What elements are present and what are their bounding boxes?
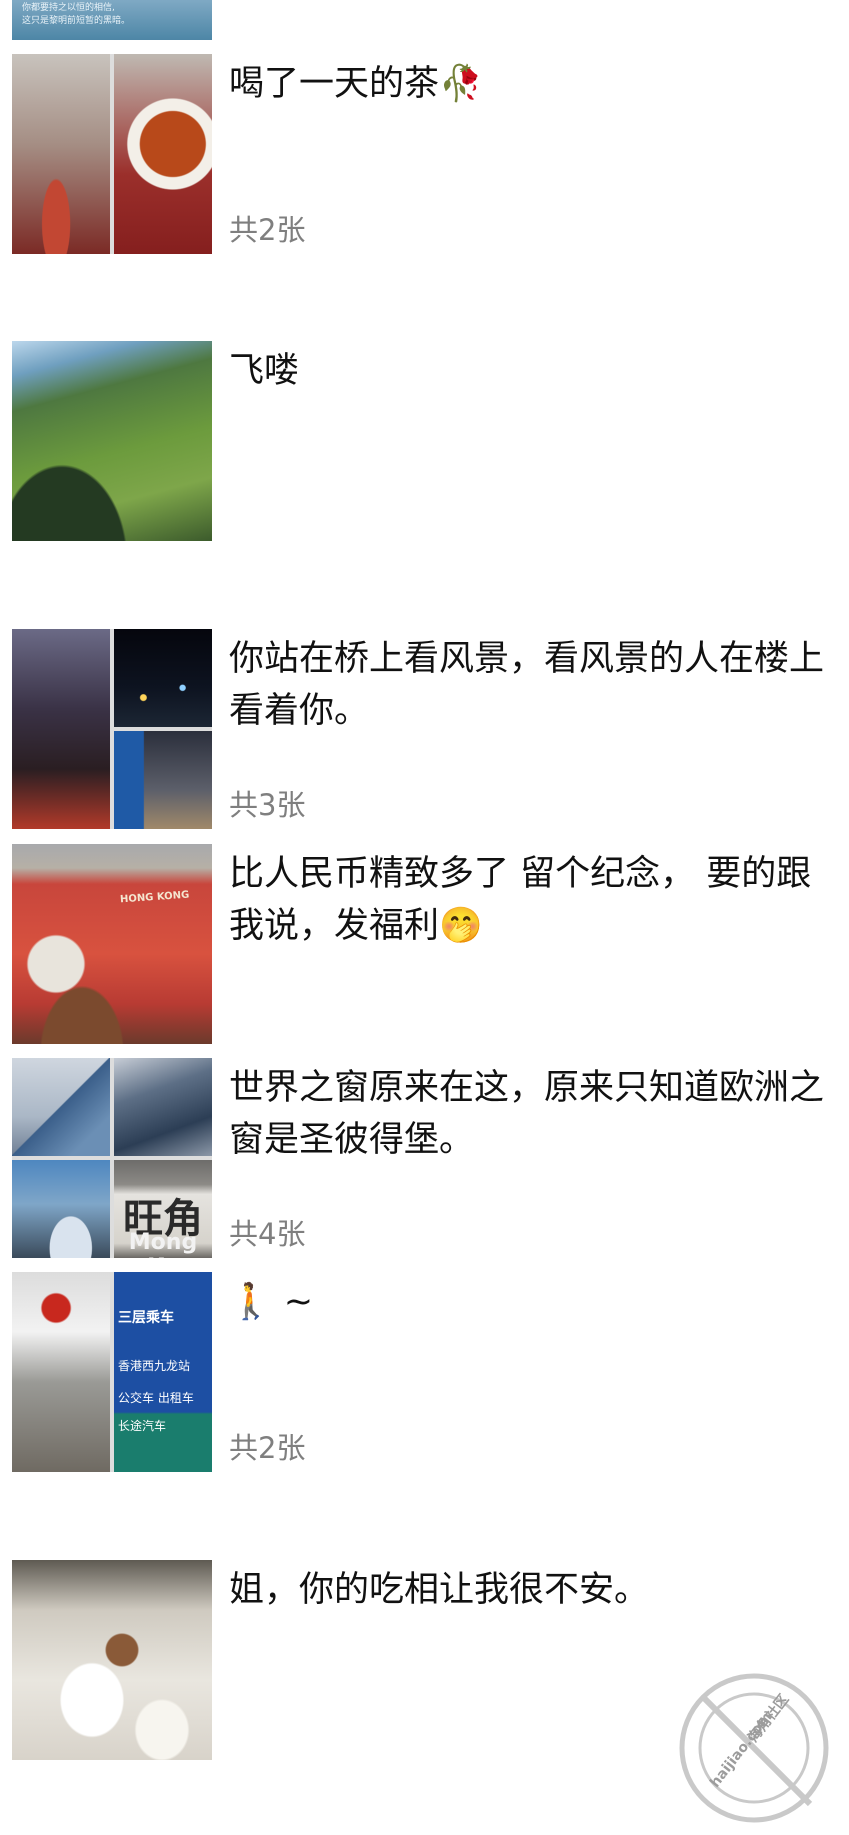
post-thumbnail[interactable]: 三层乘车 香港西九龙站 公交车 出租车 长途汽车: [12, 1272, 212, 1472]
tea-bowl-photo: [114, 54, 212, 254]
aerial-view-photo: [12, 341, 212, 541]
post-thumbnail[interactable]: [12, 629, 212, 829]
watermark-logo: 海角社区 haijiao.com: [672, 1666, 837, 1831]
hong-kong-banknote-photo: HONG KONG: [12, 844, 212, 1044]
previous-post-photo[interactable]: 你都要持之以恒的相信, 这只是黎明前短暂的黑暗。: [12, 0, 212, 40]
watermark-ring-icon: [679, 1673, 829, 1823]
station-sign-photo: 三层乘车 香港西九龙站 公交车 出租车 长途汽车: [114, 1272, 212, 1472]
moments-feed: 你都要持之以恒的相信, 这只是黎明前短暂的黑暗。 喝了一天的茶🥀 共2张 飞喽 …: [0, 0, 849, 1829]
caption-line: 你都要持之以恒的相信,: [22, 3, 115, 13]
post-text: 比人民币精致多了 留个纪念， 要的跟我说，发福利🤭: [229, 854, 812, 946]
post-thumbnail[interactable]: 旺角 Mong Ko: [12, 1058, 212, 1258]
post-scenery[interactable]: 你站在桥上看风景，看风景的人在楼上看着你。 共3张: [0, 629, 849, 839]
station-sign-line: 三层乘车: [118, 1310, 174, 1326]
city-street-photo: [12, 629, 110, 829]
photo-count: 共3张: [229, 788, 306, 822]
post-walking[interactable]: 三层乘车 香港西九龙站 公交车 出租车 长途汽车 🚶 ~ 共2张: [0, 1272, 849, 1482]
post-thumbnail[interactable]: [12, 341, 212, 541]
caption-line: 这只是黎明前短暂的黑暗。: [22, 16, 131, 26]
photo-count: 共2张: [229, 213, 306, 247]
post-thumbnail[interactable]: [12, 54, 212, 254]
station-sign-line: 长途汽车: [118, 1419, 167, 1433]
post-text: 喝了一天的茶🥀: [229, 64, 483, 104]
station-hall-photo: [12, 1272, 110, 1472]
tea-cup-photo: [12, 54, 110, 254]
glass-pyramid-photo: [12, 1058, 110, 1156]
post-text: 世界之窗原来在这，原来只知道欧洲之窗是圣彼得堡。: [229, 1068, 825, 1160]
mongkok-sign-photo: 旺角 Mong Ko: [114, 1160, 212, 1258]
night-harbor-photo: [114, 629, 212, 727]
post-text: 飞喽: [229, 351, 300, 391]
city-square-photo: [114, 731, 212, 829]
post-thumbnail[interactable]: [12, 1560, 212, 1760]
mongkok-sign-en: Mong Ko: [128, 1230, 198, 1258]
station-sign-line: 香港西九龙站: [118, 1359, 191, 1373]
tower-photo: [114, 1058, 212, 1156]
post-banknote[interactable]: HONG KONG 比人民币精致多了 留个纪念， 要的跟我说，发福利🤭: [0, 844, 849, 1054]
post-text: 姐，你的吃相让我很不安。: [229, 1570, 650, 1610]
harbor-photo: [12, 1160, 110, 1258]
banknote-label: HONG KONG: [119, 889, 190, 906]
station-sign-line: 公交车 出租车: [118, 1391, 194, 1405]
post-flight[interactable]: 飞喽: [0, 341, 849, 551]
post-text: 你站在桥上看风景，看风景的人在楼上看着你。: [229, 639, 825, 731]
previous-post-caption: 你都要持之以恒的相信, 这只是黎明前短暂的黑暗。: [22, 2, 207, 28]
photo-count: 共4张: [229, 1217, 306, 1251]
post-window-of-world[interactable]: 旺角 Mong Ko 世界之窗原来在这，原来只知道欧洲之窗是圣彼得堡。 共4张: [0, 1058, 849, 1268]
post-text: 🚶 ~: [229, 1282, 314, 1322]
post-thumbnail[interactable]: HONG KONG: [12, 844, 212, 1044]
photo-count: 共2张: [229, 1431, 306, 1465]
dining-table-photo: [12, 1560, 212, 1760]
post-tea[interactable]: 喝了一天的茶🥀 共2张: [0, 54, 849, 264]
